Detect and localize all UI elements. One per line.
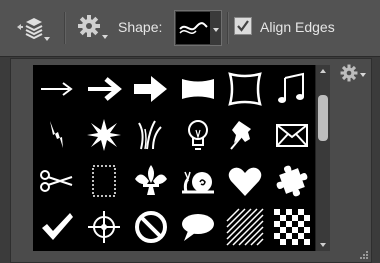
shape-grid <box>33 65 316 251</box>
music-notes-icon <box>278 72 304 103</box>
shape-cell[interactable] <box>128 204 174 250</box>
no-sign-icon <box>135 211 167 244</box>
separator <box>64 12 65 44</box>
banner-icon <box>182 78 214 99</box>
shape-label: Shape: <box>118 19 163 35</box>
shape-cell[interactable] <box>34 112 80 158</box>
panel-menu-button[interactable] <box>339 63 367 87</box>
align-edges-checkbox[interactable] <box>234 17 252 35</box>
shape-cell[interactable] <box>175 112 221 158</box>
scroll-up-arrow-icon[interactable] <box>320 69 326 73</box>
checkerboard-icon <box>274 209 310 246</box>
shape-cell[interactable] <box>269 112 315 158</box>
gear-icon <box>340 64 358 82</box>
shape-cell[interactable] <box>128 112 174 158</box>
stack-layers-icon <box>17 18 43 40</box>
scroll-down-arrow-icon[interactable] <box>320 243 326 247</box>
shape-picker-panel <box>10 58 372 263</box>
snail-icon <box>182 171 214 194</box>
checkmark-icon <box>237 20 249 32</box>
diagonal-lines-icon <box>226 208 264 246</box>
shape-cell[interactable] <box>81 158 127 204</box>
tool-preset-picker[interactable] <box>14 13 54 43</box>
shape-cell[interactable] <box>34 204 80 250</box>
vertical-scrollbar[interactable] <box>315 65 330 251</box>
shape-cell[interactable] <box>269 158 315 204</box>
shape-cell[interactable] <box>175 158 221 204</box>
options-bar: Shape: Align Edges <box>0 0 380 57</box>
gear-icon <box>78 15 100 37</box>
puzzle-piece-icon <box>276 165 308 197</box>
separator <box>227 12 228 44</box>
shape-dropdown-toggle[interactable] <box>211 12 221 44</box>
pushpin-icon <box>230 120 251 150</box>
shape-cell[interactable] <box>222 112 268 158</box>
speech-bubble-icon <box>182 214 214 242</box>
shape-picker[interactable] <box>174 10 222 46</box>
shape-cell[interactable] <box>222 204 268 250</box>
frame-icon <box>228 71 262 106</box>
heart-icon <box>228 167 262 197</box>
shape-cell[interactable] <box>222 66 268 112</box>
shape-cell[interactable] <box>81 66 127 112</box>
lightning-icon <box>50 120 63 148</box>
chevron-down-icon <box>360 73 366 77</box>
stamp-frame-icon <box>92 165 116 197</box>
shape-cell[interactable] <box>175 204 221 250</box>
envelope-icon <box>276 123 308 147</box>
wave-shape-icon <box>179 22 208 35</box>
lightbulb-icon <box>188 119 208 150</box>
shape-cell[interactable] <box>81 204 127 250</box>
shape-cell[interactable] <box>269 66 315 112</box>
fleur-de-lis-icon <box>135 165 167 196</box>
scrollbar-thumb[interactable] <box>318 95 328 141</box>
crosshair-icon <box>88 211 120 244</box>
grass-icon <box>138 120 162 150</box>
shape-cell[interactable] <box>175 66 221 112</box>
align-edges-label: Align Edges <box>260 19 335 35</box>
checkmark-icon <box>42 213 73 241</box>
chevron-down-icon <box>44 37 50 41</box>
bold-arrow-icon <box>88 76 122 101</box>
shape-cell[interactable] <box>269 204 315 250</box>
chevron-down-icon <box>213 28 219 32</box>
shape-cell[interactable] <box>34 158 80 204</box>
shape-cell[interactable] <box>222 158 268 204</box>
shape-cell[interactable] <box>128 158 174 204</box>
settings-button[interactable] <box>76 13 110 43</box>
thin-arrow-icon <box>41 81 73 96</box>
shape-swatch <box>176 12 210 44</box>
shape-cell[interactable] <box>81 112 127 158</box>
heavy-arrow-icon <box>134 75 167 102</box>
chevron-down-icon <box>102 35 108 39</box>
shape-cell[interactable] <box>128 66 174 112</box>
starburst-icon <box>87 118 121 151</box>
resize-grip-icon[interactable] <box>359 250 369 260</box>
shape-cell[interactable] <box>34 66 80 112</box>
scissors-icon <box>40 170 73 193</box>
